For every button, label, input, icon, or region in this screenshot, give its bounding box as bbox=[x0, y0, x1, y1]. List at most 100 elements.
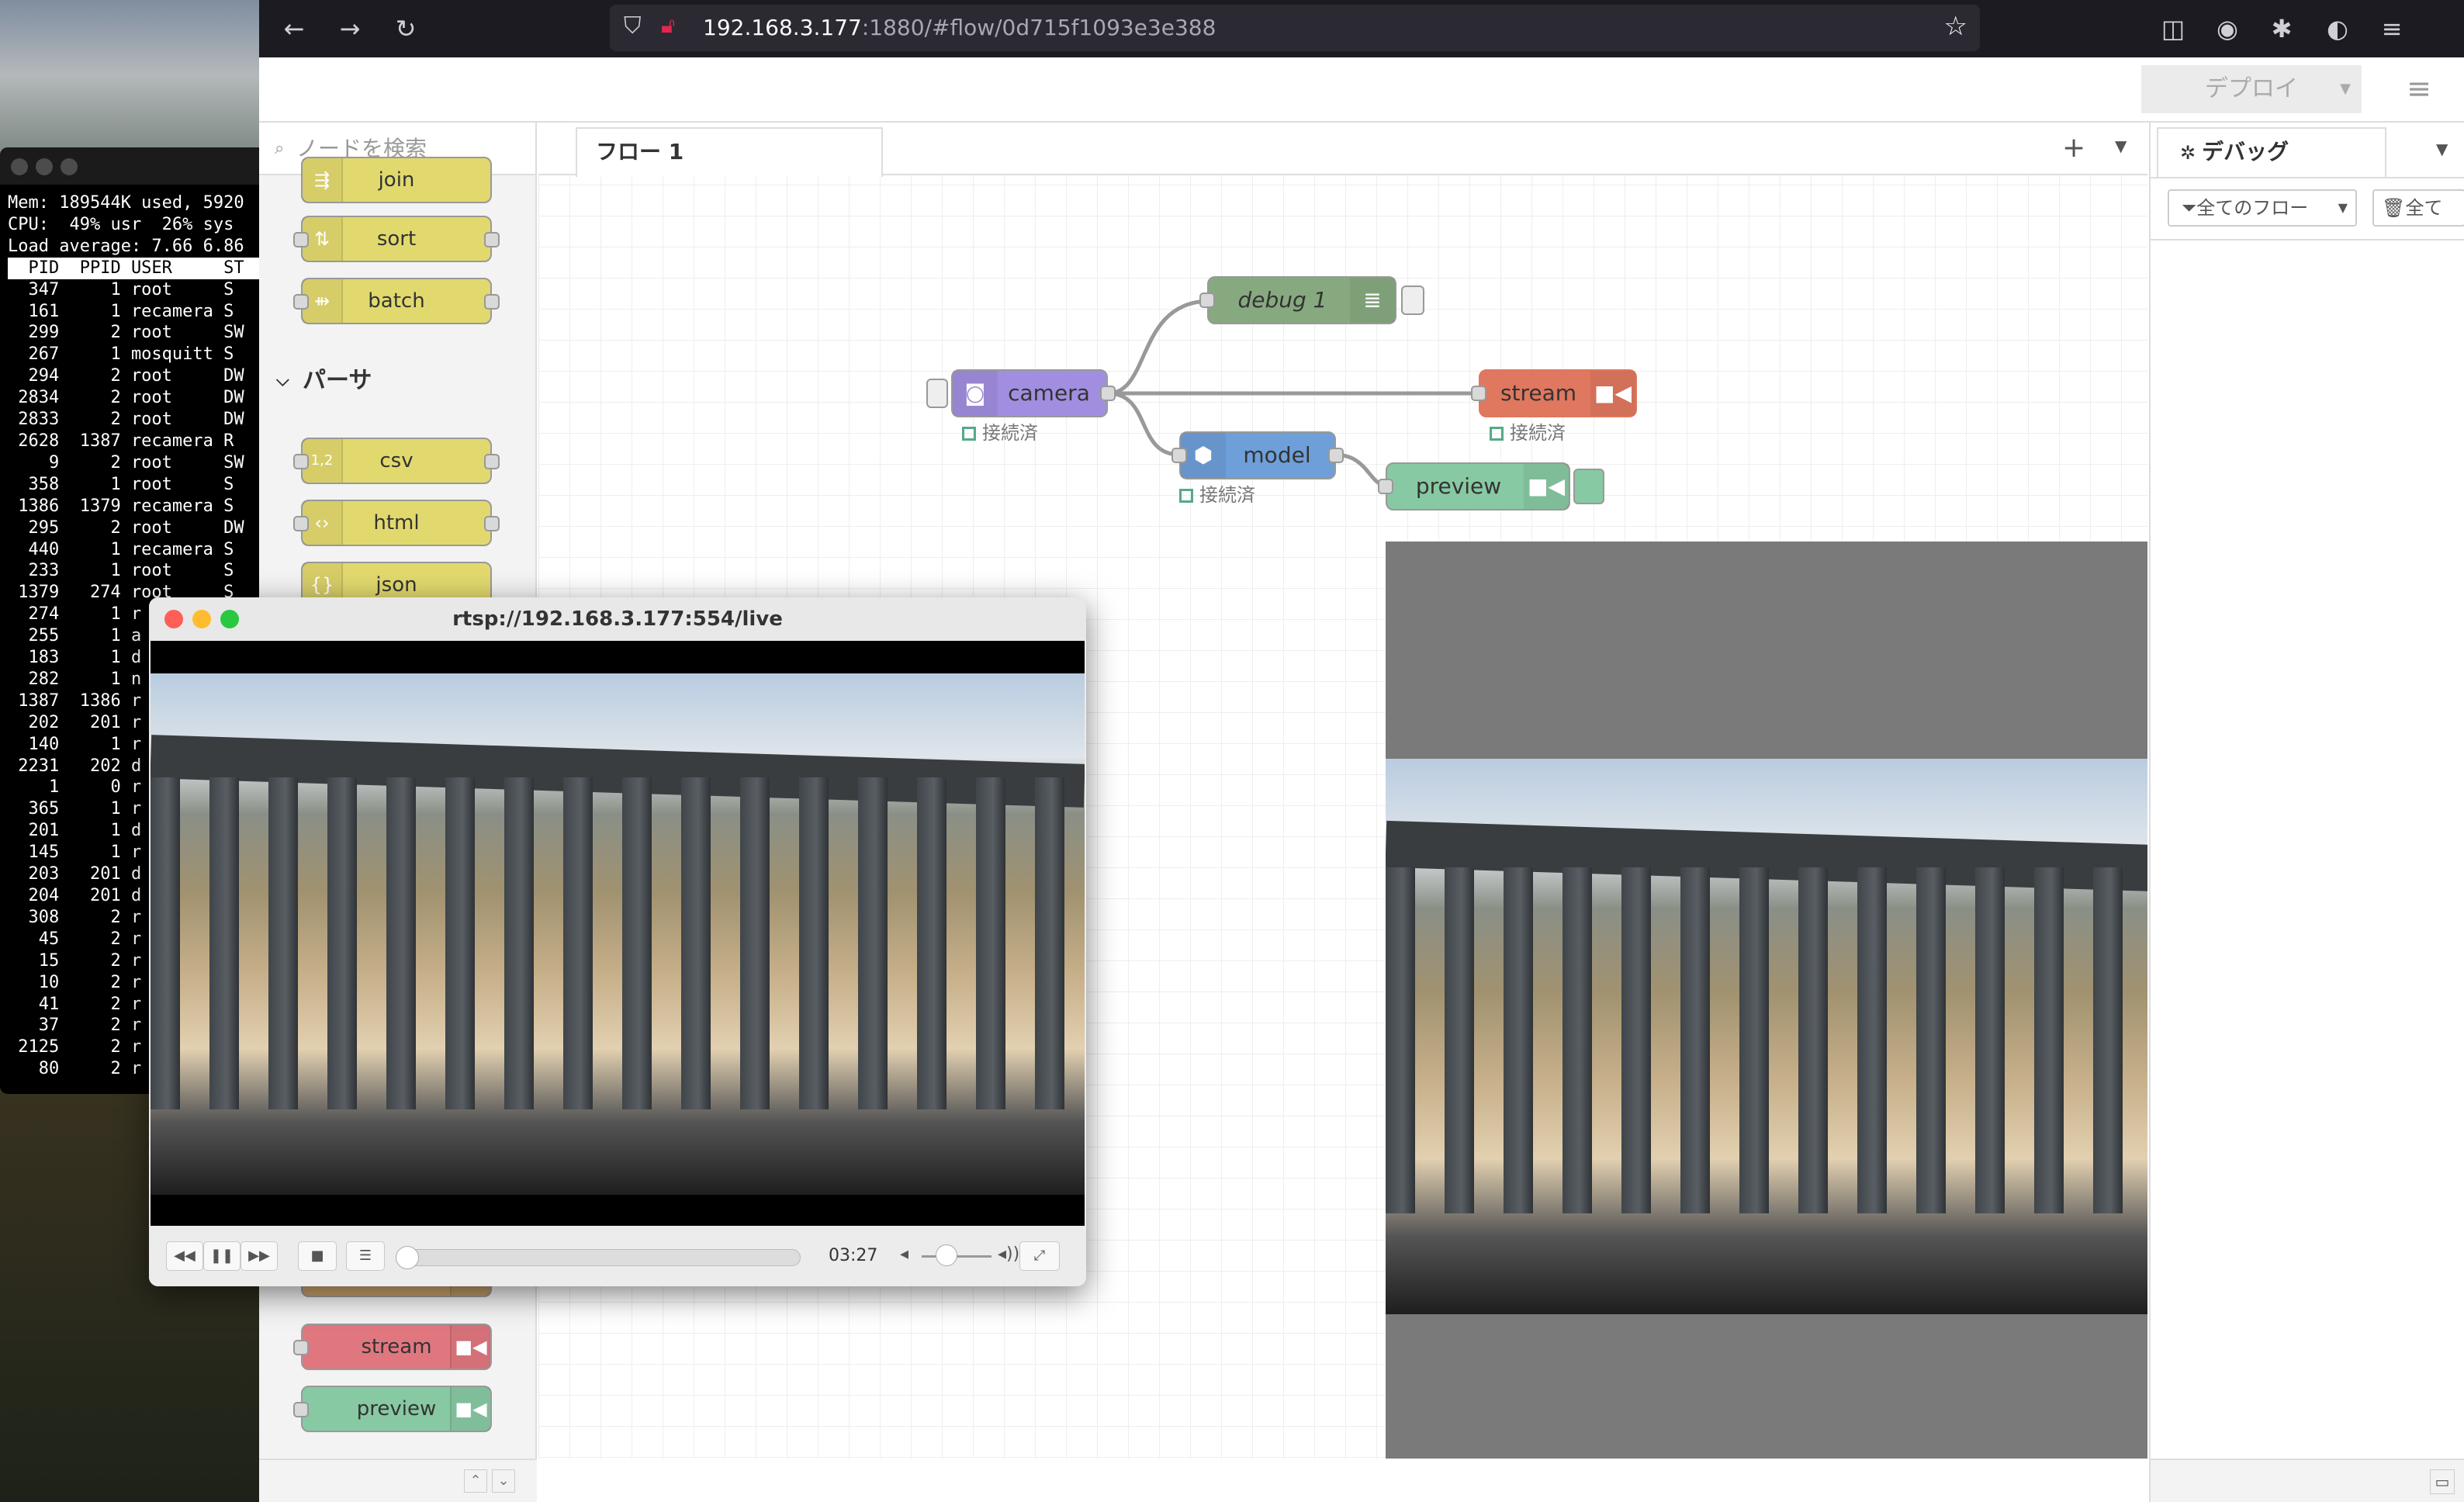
address-bar[interactable]: ⛉ 🔓︎ 192.168.3.177:1880/#flow/0d715f1093… bbox=[610, 5, 1980, 51]
palette-node-preview[interactable]: preview ■◀ bbox=[293, 1386, 492, 1432]
volume-control[interactable]: ◂ ◂)) bbox=[900, 1243, 1019, 1269]
fast-forward-button[interactable]: ▶▶ bbox=[241, 1241, 278, 1271]
palette-node-html[interactable]: ‹› html bbox=[293, 500, 500, 546]
input-port[interactable] bbox=[293, 1402, 309, 1417]
input-port[interactable] bbox=[293, 1340, 309, 1355]
debug-toggle-button[interactable] bbox=[1401, 286, 1424, 315]
main-menu-icon[interactable]: ≡ bbox=[2403, 73, 2435, 106]
flow-node-stream[interactable]: stream ■◀ bbox=[1471, 369, 1637, 417]
terminal-zoom-button[interactable] bbox=[61, 158, 78, 175]
terminal-column-header: PID PPID USER ST bbox=[8, 257, 259, 279]
palette-node-label: csv bbox=[379, 449, 414, 472]
back-icon[interactable]: ← bbox=[279, 14, 309, 43]
fullscreen-button[interactable]: ⤢ bbox=[1019, 1241, 1060, 1271]
pause-button[interactable]: ❚❚ bbox=[203, 1241, 241, 1271]
palette-node-join[interactable]: ⇶ join bbox=[301, 157, 492, 203]
terminal-line: 294 2 root DW bbox=[8, 366, 244, 386]
palette-node-sort[interactable]: ⇅ sort bbox=[293, 216, 500, 262]
input-port[interactable] bbox=[293, 516, 309, 531]
input-port[interactable] bbox=[1171, 448, 1187, 463]
palette-node-stream[interactable]: stream ■◀ bbox=[293, 1324, 492, 1370]
terminal-line: 9 2 root SW bbox=[8, 452, 244, 472]
chevron-down-icon[interactable]: ⌵ bbox=[276, 351, 289, 411]
stop-button[interactable]: ■ bbox=[298, 1241, 337, 1271]
terminal-titlebar[interactable] bbox=[0, 147, 259, 185]
preview-toggle-button[interactable] bbox=[1573, 469, 1604, 504]
palette-node-label: stream bbox=[361, 1335, 432, 1358]
expand-all-icon[interactable]: ⌄ bbox=[492, 1469, 515, 1493]
rewind-button[interactable]: ◀◀ bbox=[166, 1241, 203, 1271]
terminal-line: 2833 2 root DW bbox=[8, 410, 244, 430]
status-indicator bbox=[1179, 489, 1193, 503]
railing-bars bbox=[151, 777, 1085, 1109]
vlc-video-area[interactable] bbox=[151, 641, 1085, 1226]
video-camera-icon: ■◀ bbox=[1524, 464, 1569, 509]
flow-node-camera[interactable]: ◙ camera bbox=[926, 369, 1116, 417]
flow-node-model[interactable]: ⬢ model bbox=[1171, 431, 1344, 479]
open-window-icon[interactable]: ▭ bbox=[2430, 1469, 2455, 1494]
forward-icon[interactable]: → bbox=[335, 14, 365, 43]
extensions-icon[interactable]: ✱ bbox=[2267, 14, 2296, 43]
debug-filter-dropdown[interactable]: ⏷全てのフロー ▼ bbox=[2168, 189, 2357, 227]
debug-clear-dropdown[interactable]: 🗑︎全て bbox=[2372, 189, 2464, 227]
shield-icon[interactable]: ⛉ bbox=[624, 12, 642, 40]
seek-knob[interactable] bbox=[396, 1246, 419, 1269]
wire-camera-debug[interactable] bbox=[1107, 299, 1211, 396]
deploy-dropdown-icon[interactable]: ▼ bbox=[2340, 65, 2351, 113]
terminal-close-button[interactable] bbox=[11, 158, 28, 175]
terminal-line: 295 2 root DW bbox=[8, 517, 244, 538]
terminal-line: 347 1 root S bbox=[8, 279, 234, 299]
palette-node-csv[interactable]: 1,2 csv bbox=[293, 438, 500, 484]
browser-toolbar: ← → ↻ ⛉ 🔓︎ 192.168.3.177:1880/#flow/0d71… bbox=[259, 0, 2464, 57]
vlc-close-button[interactable] bbox=[164, 610, 183, 628]
output-port[interactable] bbox=[1100, 386, 1116, 401]
flow-node-debug-1[interactable]: debug 1 ≣ bbox=[1199, 276, 1424, 324]
url-text[interactable]: 192.168.3.177:1880/#flow/0d715f1093e3e38… bbox=[703, 15, 1216, 40]
seek-bar[interactable] bbox=[405, 1249, 801, 1266]
input-port[interactable] bbox=[293, 294, 309, 310]
output-port[interactable] bbox=[484, 454, 500, 469]
wire-camera-model[interactable] bbox=[1107, 391, 1180, 457]
model-status: 接続済 bbox=[1179, 479, 1255, 507]
volume-slider-knob[interactable] bbox=[936, 1244, 957, 1266]
input-port[interactable] bbox=[293, 232, 309, 247]
vlc-titlebar[interactable]: rtsp://192.168.3.177:554/live bbox=[149, 597, 1086, 641]
volume-low-icon: ◂ bbox=[900, 1244, 909, 1264]
sidebar-divider bbox=[2151, 177, 2464, 178]
insecure-lock-icon[interactable]: 🔓︎ bbox=[661, 12, 675, 39]
status-indicator bbox=[1490, 427, 1504, 441]
vlc-player-window[interactable]: rtsp://192.168.3.177:554/live ◀◀ ❚❚ ▶▶ ■… bbox=[149, 597, 1086, 1286]
status-text: 接続済 bbox=[982, 422, 1038, 444]
output-port[interactable] bbox=[484, 516, 500, 531]
input-port[interactable] bbox=[293, 454, 309, 469]
vlc-zoom-button[interactable] bbox=[220, 610, 239, 628]
palette-category-label: パーサ bbox=[303, 367, 372, 394]
bookmark-star-icon[interactable]: ☆ bbox=[1944, 11, 1967, 42]
input-port[interactable] bbox=[1378, 479, 1393, 494]
playlist-button[interactable]: ☰ bbox=[346, 1241, 385, 1271]
reload-icon[interactable]: ↻ bbox=[391, 14, 420, 43]
vpn-icon[interactable]: ◐ bbox=[2323, 14, 2352, 43]
pocket-icon[interactable]: ◫ bbox=[2158, 14, 2188, 43]
input-port[interactable] bbox=[1471, 386, 1486, 401]
palette-category-parser[interactable]: ⌵ パーサ bbox=[259, 351, 535, 411]
inject-button[interactable] bbox=[926, 379, 948, 408]
terminal-line: CPU: 49% usr 26% sys bbox=[8, 214, 234, 234]
deploy-button[interactable]: デプロイ ▼ bbox=[2141, 65, 2362, 113]
vlc-minimize-button[interactable] bbox=[192, 610, 211, 628]
video-camera-icon: ■◀ bbox=[450, 1325, 490, 1369]
terminal-minimize-button[interactable] bbox=[36, 158, 53, 175]
palette-node-batch[interactable]: ⇻ batch bbox=[293, 278, 500, 324]
output-port[interactable] bbox=[1328, 448, 1344, 463]
output-port[interactable] bbox=[484, 294, 500, 310]
collapse-all-icon[interactable]: ⌃ bbox=[464, 1469, 487, 1493]
camera-frame bbox=[151, 673, 1085, 1195]
app-menu-icon[interactable]: ≡ bbox=[2377, 14, 2407, 43]
vlc-controls: ◀◀ ❚❚ ▶▶ ■ ☰ 03:27 ◂ ◂)) ⤢ bbox=[149, 1226, 1086, 1286]
flow-node-preview[interactable]: preview ■◀ bbox=[1378, 462, 1604, 510]
account-icon[interactable]: ◉ bbox=[2213, 14, 2242, 43]
output-port[interactable] bbox=[484, 232, 500, 247]
input-port[interactable] bbox=[1199, 292, 1215, 308]
sidebar-tabs-dropdown-icon[interactable]: ▼ bbox=[2436, 140, 2448, 158]
tab-debug[interactable]: ✲ デバッグ bbox=[2157, 127, 2386, 177]
